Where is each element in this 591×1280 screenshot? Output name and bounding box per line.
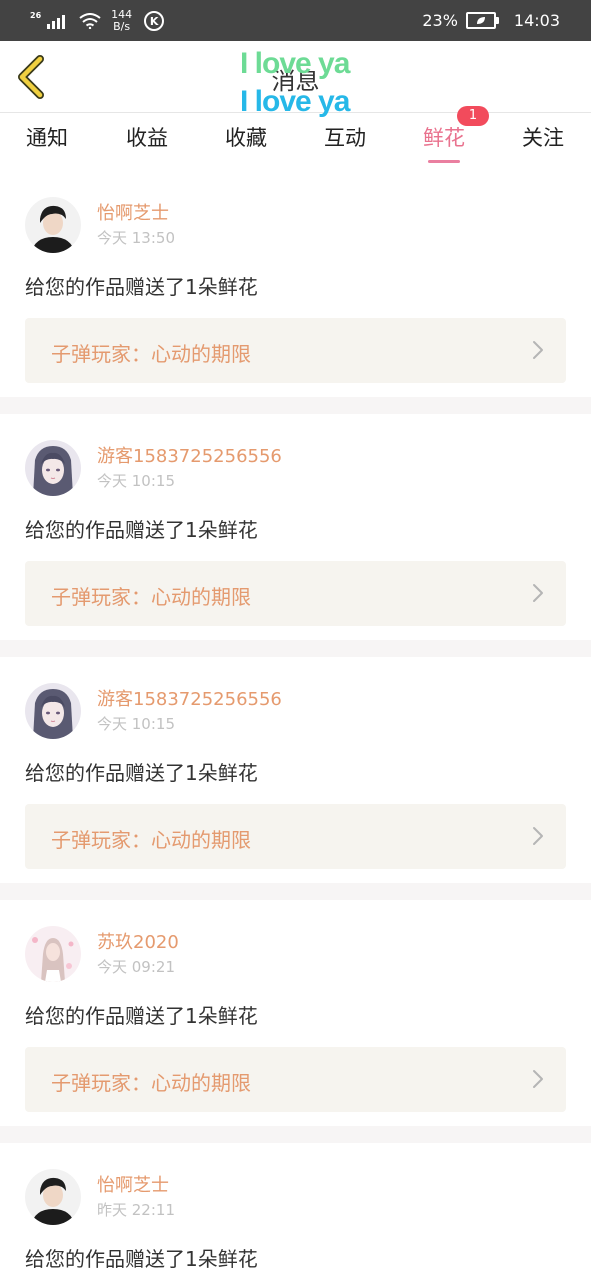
divider: [0, 640, 591, 657]
message-card: 怡啊芝士 昨天 22:11 给您的作品赠送了1朵鲜花: [0, 1143, 591, 1280]
message-card: 游客1583725256556 今天 10:15 给您的作品赠送了1朵鲜花 子弹…: [0, 414, 591, 640]
leaf-icon: [476, 17, 485, 24]
message-time: 今天 10:15: [97, 715, 175, 733]
work-title: 子弹玩家：心动的期限: [51, 342, 251, 366]
signal-icon: [47, 15, 66, 29]
tab-label: 收藏: [225, 126, 267, 150]
username[interactable]: 游客1583725256556: [97, 685, 282, 711]
tab-bar: 通知 收益 收藏 互动 鲜花 1 关注: [0, 106, 591, 168]
username[interactable]: 怡啊芝士: [97, 199, 169, 225]
avatar[interactable]: [25, 683, 81, 739]
message-text: 给您的作品赠送了1朵鲜花: [25, 1004, 258, 1028]
battery-icon: [465, 12, 499, 29]
tab-interaction[interactable]: 互动: [300, 113, 390, 168]
message-text: 给您的作品赠送了1朵鲜花: [25, 761, 258, 785]
message-card: 怡啊芝士 今天 13:50 给您的作品赠送了1朵鲜花 子弹玩家：心动的期限: [0, 171, 591, 397]
battery-percent: 23%: [422, 11, 458, 30]
avatar[interactable]: [25, 926, 81, 982]
clock: 14:03: [513, 11, 560, 30]
chevron-right-icon: [533, 341, 543, 359]
avatar[interactable]: [25, 197, 81, 253]
tab-notify[interactable]: 通知: [2, 113, 92, 168]
work-link[interactable]: 子弹玩家：心动的期限: [25, 561, 566, 626]
message-time: 昨天 22:11: [97, 1201, 175, 1219]
tab-income[interactable]: 收益: [102, 113, 192, 168]
avatar[interactable]: [25, 440, 81, 496]
header: 消息 I love ya I love ya: [0, 41, 591, 118]
tab-favorites[interactable]: 收藏: [201, 113, 291, 168]
work-title: 子弹玩家：心动的期限: [51, 1071, 251, 1095]
unread-badge: 1: [457, 106, 489, 126]
message-time: 今天 10:15: [97, 472, 175, 490]
status-right: 23% 14:03: [422, 0, 560, 41]
k-app-icon: K: [144, 11, 165, 31]
work-link[interactable]: 子弹玩家：心动的期限: [25, 318, 566, 383]
message-time: 今天 09:21: [97, 958, 175, 976]
chevron-right-icon: [533, 827, 543, 845]
tab-follow[interactable]: 关注: [498, 113, 588, 168]
divider: [0, 883, 591, 900]
active-tab-indicator: [428, 160, 460, 163]
username[interactable]: 游客1583725256556: [97, 442, 282, 468]
work-link[interactable]: 子弹玩家：心动的期限: [25, 1047, 566, 1112]
tab-label: 关注: [522, 126, 564, 150]
work-link[interactable]: 子弹玩家：心动的期限: [25, 804, 566, 869]
message-card: 游客1583725256556 今天 10:15 给您的作品赠送了1朵鲜花 子弹…: [0, 657, 591, 883]
status-left: 26 144 B/s K: [30, 7, 165, 35]
message-time: 今天 13:50: [97, 229, 175, 247]
network-type: 26: [30, 10, 42, 20]
tab-label: 收益: [126, 126, 168, 150]
message-text: 给您的作品赠送了1朵鲜花: [25, 518, 258, 542]
avatar[interactable]: [25, 1169, 81, 1225]
chevron-right-icon: [533, 1070, 543, 1088]
message-card: 苏玖2020 今天 09:21 给您的作品赠送了1朵鲜花 子弹玩家：心动的期限: [0, 900, 591, 1126]
tab-label: 互动: [324, 126, 366, 150]
tab-label: 鲜花: [423, 126, 465, 150]
chevron-right-icon: [533, 584, 543, 602]
speed-unit: B/s: [113, 20, 131, 33]
love-sticker-top: I love ya: [240, 47, 350, 80]
divider: [0, 1126, 591, 1143]
username[interactable]: 苏玖2020: [97, 928, 179, 954]
work-title: 子弹玩家：心动的期限: [51, 828, 251, 852]
username[interactable]: 怡啊芝士: [97, 1171, 169, 1197]
work-title: 子弹玩家：心动的期限: [51, 585, 251, 609]
network-speed: 144 B/s: [111, 9, 132, 33]
message-text: 给您的作品赠送了1朵鲜花: [25, 275, 258, 299]
status-bar: 26 144 B/s K 23% 14:03: [0, 0, 591, 41]
wifi-icon: [79, 13, 101, 29]
divider: [0, 397, 591, 414]
message-text: 给您的作品赠送了1朵鲜花: [25, 1247, 258, 1271]
tab-flowers[interactable]: 鲜花 1: [399, 106, 489, 168]
tab-label: 通知: [26, 126, 68, 150]
